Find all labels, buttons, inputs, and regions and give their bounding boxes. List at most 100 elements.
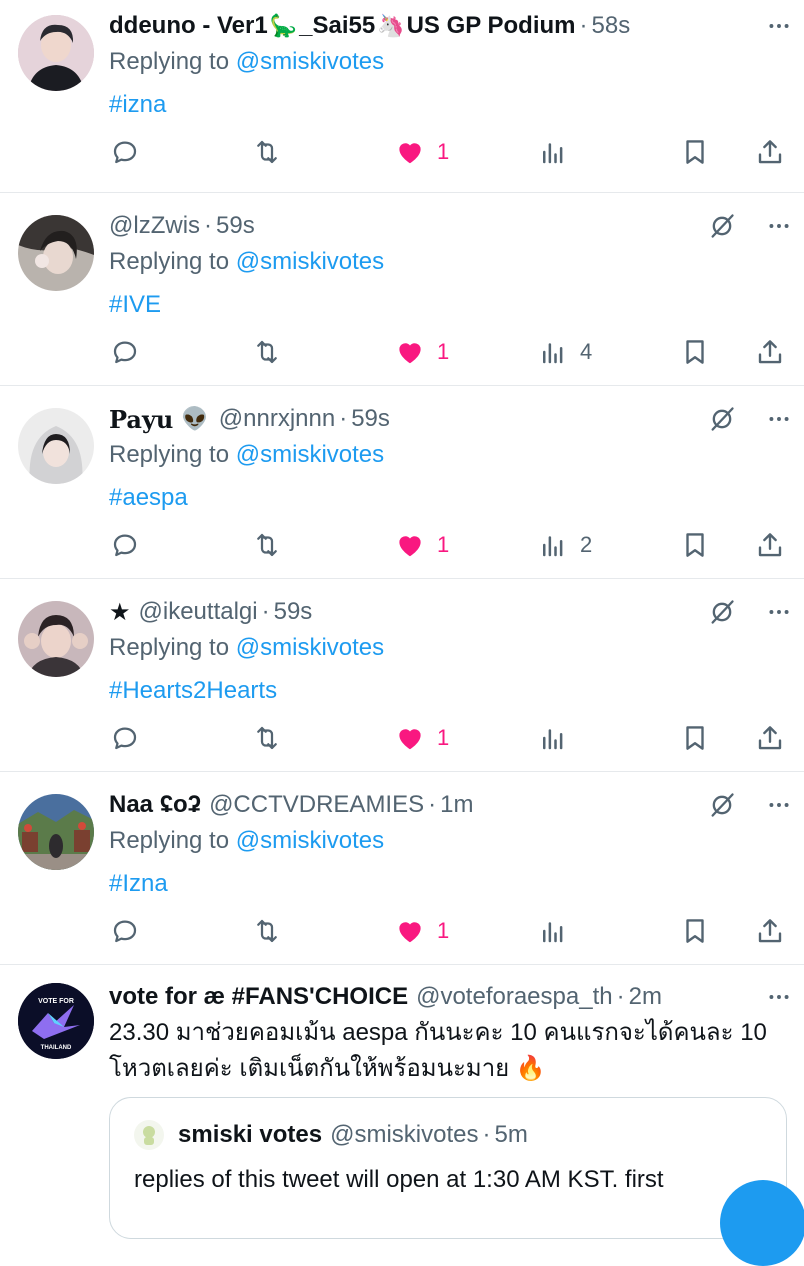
tweet-item[interactable]: Naa ʢoʡ @CCTVDREAMIES · 1m Replying to @… — [0, 772, 804, 965]
handle[interactable]: @nnrxjnnn — [219, 405, 335, 433]
reply-button[interactable] — [110, 527, 140, 563]
avatar[interactable] — [18, 601, 94, 677]
display-name[interactable]: ★ — [109, 598, 131, 627]
mention-link[interactable]: @smiskivotes — [236, 634, 384, 661]
like-button[interactable]: 1 — [395, 527, 449, 563]
reply-button[interactable] — [110, 720, 140, 756]
like-button[interactable]: 1 — [395, 720, 449, 756]
quote-display-name[interactable]: smiski votes — [178, 1121, 322, 1149]
views-button[interactable]: 4 — [538, 334, 592, 370]
timestamp[interactable]: 59s — [274, 598, 313, 626]
tweet-header: Naa ʢoʡ @CCTVDREAMIES · 1m — [109, 787, 792, 823]
handle[interactable]: @CCTVDREAMIES — [209, 791, 424, 819]
reply-button[interactable] — [110, 913, 140, 949]
share-button[interactable] — [755, 527, 785, 563]
handle[interactable]: @lzZwis — [109, 212, 200, 240]
like-count: 1 — [437, 139, 450, 164]
views-button[interactable] — [538, 134, 580, 170]
tweet-item[interactable]: Payu 👽 @nnrxjnnn · 59s Replying to @smis… — [0, 386, 804, 579]
more-icon[interactable] — [766, 406, 792, 432]
display-name[interactable]: Naa ʢoʡ — [109, 791, 201, 819]
quote-timestamp[interactable]: 5m — [494, 1121, 527, 1149]
like-button[interactable]: 1 — [395, 134, 449, 170]
like-button[interactable]: 1 — [395, 913, 449, 949]
grok-icon[interactable] — [708, 598, 736, 626]
separator-dot: · — [204, 212, 213, 239]
replying-to: Replying to @smiskivotes — [109, 634, 384, 662]
share-button[interactable] — [755, 913, 785, 949]
reply-icon — [113, 341, 137, 364]
like-count: 1 — [437, 918, 450, 943]
quote-tweet-card[interactable]: smiski votes @smiskivotes · 5m replies o… — [109, 1097, 787, 1239]
grok-icon[interactable] — [708, 791, 736, 819]
avatar[interactable] — [18, 15, 94, 91]
views-button[interactable]: 2 — [538, 527, 592, 563]
grok-icon[interactable] — [708, 405, 736, 433]
like-button[interactable]: 1 — [395, 334, 449, 370]
display-name-suffix[interactable]: _Sai55 — [299, 12, 375, 40]
display-name[interactable]: vote for æ #FANS'CHOICE — [109, 983, 408, 1011]
bookmark-button[interactable] — [680, 134, 710, 170]
more-icon[interactable] — [766, 599, 792, 625]
avatar[interactable] — [18, 408, 94, 484]
retweet-button[interactable] — [252, 527, 282, 563]
tweet-item[interactable]: @lzZwis · 59s Replying to @smiskivotes #… — [0, 193, 804, 386]
display-name[interactable]: ddeuno - Ver1 — [109, 12, 268, 40]
timestamp[interactable]: 59s — [216, 212, 255, 240]
retweet-button[interactable] — [252, 720, 282, 756]
avatar[interactable] — [18, 794, 94, 870]
reply-button[interactable] — [110, 334, 140, 370]
avatar[interactable] — [18, 215, 94, 291]
display-name-tail[interactable]: US GP Podium — [407, 12, 576, 40]
quote-text: replies of this tweet will open at 1:30 … — [134, 1166, 664, 1193]
share-icon — [758, 919, 782, 943]
tweet-header: ddeuno - Ver1 🦕 _Sai55 🦄 US GP Podium · … — [109, 8, 792, 44]
views-button[interactable] — [538, 913, 580, 949]
more-icon[interactable] — [766, 13, 792, 39]
bookmark-button[interactable] — [680, 527, 710, 563]
mention-link[interactable]: @smiskivotes — [236, 248, 384, 275]
replying-label: Replying to — [109, 441, 230, 468]
timestamp[interactable]: 2m — [629, 983, 662, 1011]
hashtag-link[interactable]: #IVE — [109, 291, 161, 319]
mention-link[interactable]: @smiskivotes — [236, 441, 384, 468]
mention-link[interactable]: @smiskivotes — [236, 48, 384, 75]
action-bar: 1 — [0, 720, 804, 756]
retweet-button[interactable] — [252, 334, 282, 370]
heart-icon — [399, 343, 421, 364]
hashtag-link[interactable]: #Izna — [109, 870, 168, 898]
bookmark-button[interactable] — [680, 334, 710, 370]
share-button[interactable] — [755, 720, 785, 756]
retweet-button[interactable] — [252, 913, 282, 949]
replying-label: Replying to — [109, 634, 230, 661]
retweet-button[interactable] — [252, 134, 282, 170]
bookmark-button[interactable] — [680, 913, 710, 949]
avatar[interactable]: VOTE FOR THAILAND — [18, 983, 94, 1059]
share-button[interactable] — [755, 134, 785, 170]
more-icon[interactable] — [766, 792, 792, 818]
tweet-item[interactable]: ddeuno - Ver1 🦕 _Sai55 🦄 US GP Podium · … — [0, 0, 804, 193]
timestamp[interactable]: 58s — [592, 12, 631, 40]
hashtag-link[interactable]: #aespa — [109, 484, 188, 512]
display-name[interactable]: Payu — [109, 405, 173, 434]
tweet-item[interactable]: ★ @ikeuttalgi · 59s Replying to @smiskiv… — [0, 579, 804, 772]
compose-fab-button[interactable] — [720, 1180, 804, 1266]
timestamp[interactable]: 59s — [351, 405, 390, 433]
more-icon[interactable] — [766, 213, 792, 239]
reply-button[interactable] — [110, 134, 140, 170]
unicorn-emoji: 🦄 — [377, 13, 405, 38]
mention-link[interactable]: @smiskivotes — [236, 827, 384, 854]
handle[interactable]: @ikeuttalgi — [139, 598, 258, 626]
share-button[interactable] — [755, 334, 785, 370]
bookmark-button[interactable] — [680, 720, 710, 756]
separator-dot: · — [616, 983, 625, 1010]
more-icon[interactable] — [766, 984, 792, 1010]
handle[interactable]: @voteforaespa_th — [416, 983, 613, 1011]
timestamp[interactable]: 1m — [440, 791, 473, 819]
grok-icon[interactable] — [708, 212, 736, 240]
hashtag-link[interactable]: #izna — [109, 91, 166, 119]
quote-avatar[interactable] — [134, 1120, 164, 1150]
hashtag-link[interactable]: #Hearts2Hearts — [109, 677, 277, 705]
quote-handle[interactable]: @smiskivotes — [330, 1121, 478, 1149]
views-button[interactable] — [538, 720, 580, 756]
